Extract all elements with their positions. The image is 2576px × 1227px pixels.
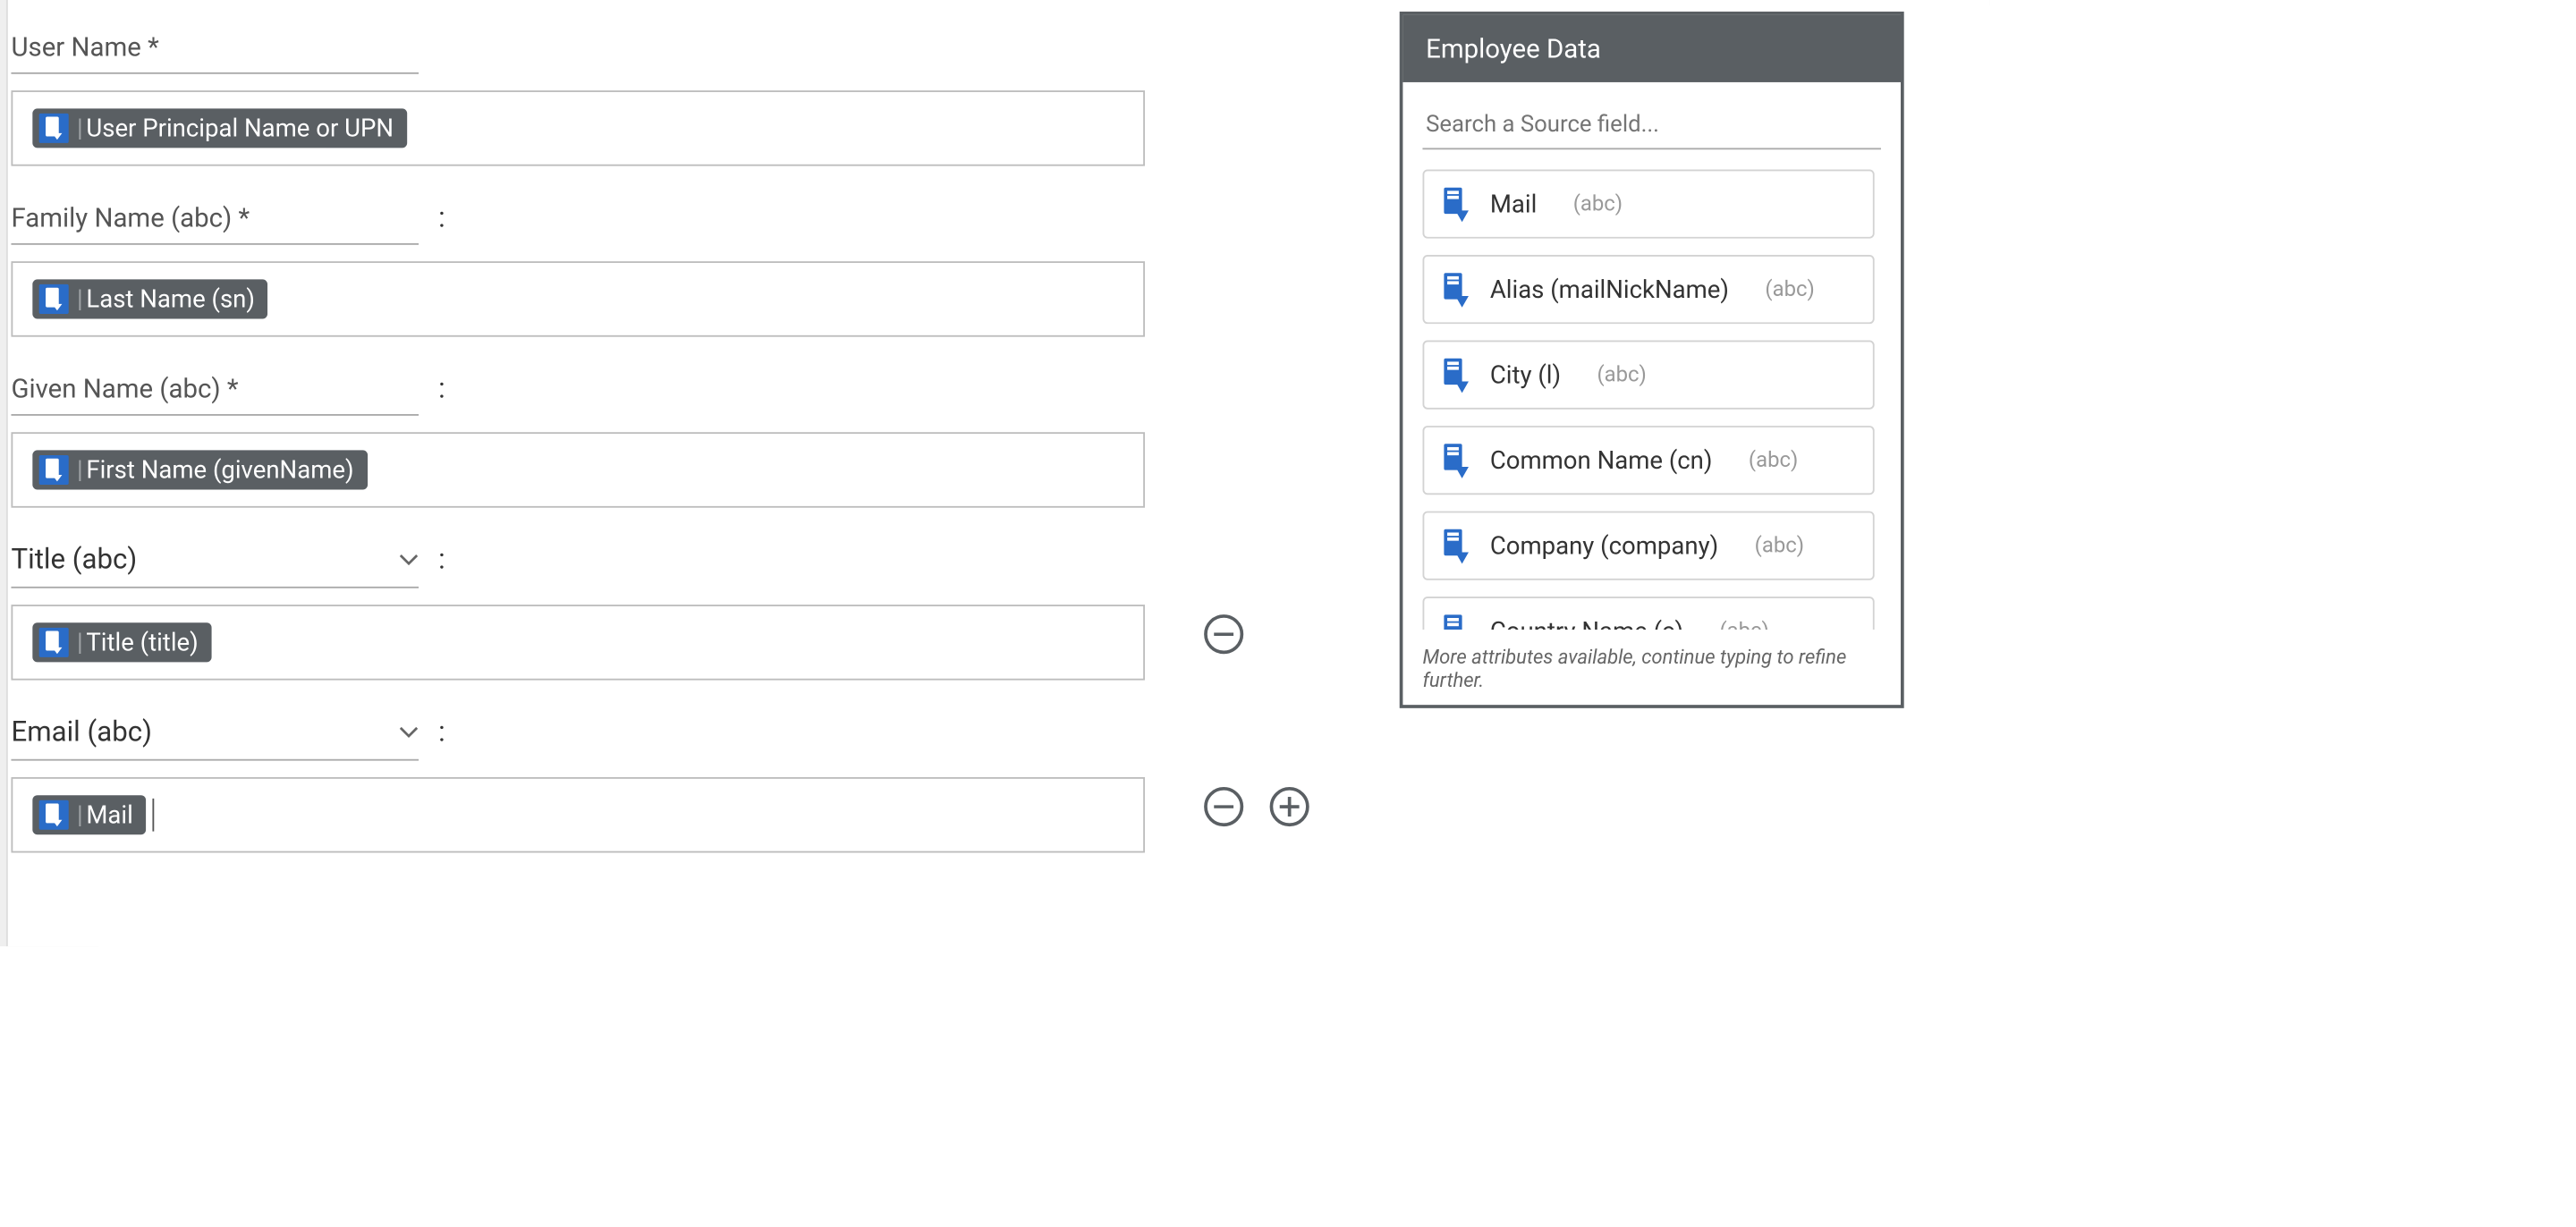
remove-row-button[interactable] [1204, 787, 1243, 826]
row-actions [1204, 787, 1309, 826]
source-icon [39, 800, 69, 830]
source-icon [39, 284, 69, 314]
field-value-box[interactable]: |First Name (givenName) [11, 432, 1145, 508]
field-chip[interactable]: |Last Name (sn) [32, 279, 267, 318]
source-icon [1441, 442, 1470, 478]
source-icon [39, 455, 69, 485]
add-row-button[interactable] [1270, 787, 1309, 826]
chip-label: User Principal Name or UPN [86, 114, 394, 143]
colon: : [438, 716, 445, 749]
field-row: Email (abc): |Mail [10, 710, 1990, 853]
text-cursor [153, 799, 155, 832]
source-icon [1441, 271, 1470, 307]
field-label-dropdown[interactable]: Email (abc) [11, 710, 419, 761]
source-field-item[interactable]: Mail (abc) [1422, 169, 1874, 238]
source-field-item[interactable]: Company (company) (abc) [1422, 511, 1874, 580]
panel-title: Employee Data [1402, 15, 1901, 82]
field-label-text: Family Name (abc) * [11, 196, 419, 245]
source-type: (abc) [1573, 191, 1623, 216]
source-type: (abc) [1749, 448, 1798, 473]
chip-label: First Name (givenName) [86, 455, 353, 485]
source-field-search-input[interactable] [1422, 102, 1881, 149]
row-actions [1204, 614, 1243, 654]
source-field-item[interactable]: Alias (mailNickName) (abc) [1422, 255, 1874, 324]
field-chip[interactable]: |First Name (givenName) [32, 450, 367, 489]
source-icon [1441, 357, 1470, 393]
field-value-box[interactable]: |User Principal Name or UPN [11, 90, 1145, 166]
source-name: Mail [1490, 189, 1537, 218]
plus-icon [1280, 797, 1300, 817]
main-pane: fx + - * / ( ) = != > < <= >= [0, 0, 1989, 946]
minus-icon [1214, 632, 1233, 636]
field-value-box[interactable]: |Last Name (sn) [11, 261, 1145, 337]
chip-label: Last Name (sn) [86, 284, 255, 314]
colon: : [438, 373, 445, 406]
field-label-dropdown[interactable]: Title (abc) [11, 537, 419, 588]
field-value-box[interactable]: |Mail [11, 777, 1145, 853]
source-icon [39, 628, 69, 657]
source-name: Company (company) [1490, 530, 1718, 560]
chevron-down-icon [399, 554, 419, 567]
employee-data-panel: Employee Data Mail(abc)Alias (mailNickNa… [1400, 12, 1904, 708]
field-value-box[interactable]: |Title (title) [11, 605, 1145, 681]
source-icon [1441, 528, 1470, 563]
source-icon [39, 114, 69, 143]
source-type: (abc) [1597, 362, 1646, 387]
source-field-list: Mail(abc)Alias (mailNickName)(abc)City (… [1422, 169, 1881, 629]
chip-label: Title (title) [86, 628, 198, 657]
source-name: Common Name (cn) [1490, 445, 1713, 475]
source-name: Alias (mailNickName) [1490, 275, 1729, 304]
source-type: (abc) [1719, 619, 1768, 630]
field-chip[interactable]: |Title (title) [32, 622, 211, 662]
field-chip[interactable]: |User Principal Name or UPN [32, 108, 406, 148]
field-label-text: Title (abc) [11, 544, 137, 577]
field-label-text: User Name * [11, 25, 419, 74]
field-label-text: Given Name (abc) * [11, 367, 419, 416]
panel-footer: More attributes available, continue typi… [1402, 639, 1901, 705]
source-field-item[interactable]: Common Name (cn) (abc) [1422, 426, 1874, 495]
colon: : [438, 544, 445, 577]
field-label-text: Email (abc) [11, 716, 151, 749]
remove-row-button[interactable] [1204, 614, 1243, 654]
chip-label: Mail [86, 800, 132, 830]
source-field-item[interactable]: City (l) (abc) [1422, 340, 1874, 409]
source-type: (abc) [1755, 533, 1804, 558]
source-name: Country Name (c) [1490, 616, 1683, 630]
source-icon [1441, 186, 1470, 222]
field-chip[interactable]: |Mail [32, 795, 146, 834]
source-type: (abc) [1765, 277, 1814, 302]
source-icon [1441, 613, 1470, 629]
colon: : [438, 202, 445, 235]
minus-icon [1214, 805, 1233, 808]
chevron-down-icon [399, 726, 419, 740]
source-name: City (l) [1490, 360, 1561, 389]
source-field-item[interactable]: Country Name (c) (abc) [1422, 597, 1874, 630]
